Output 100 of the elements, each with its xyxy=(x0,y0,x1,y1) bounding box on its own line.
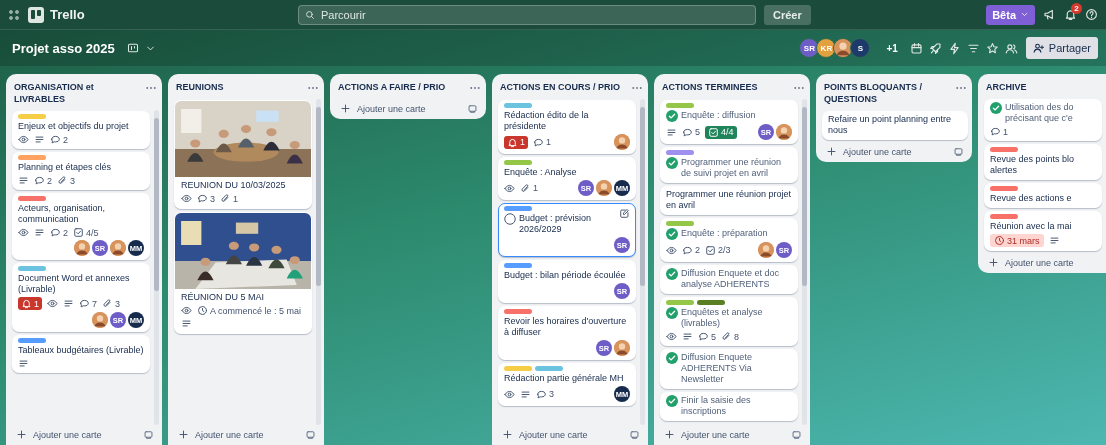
card[interactable]: Revue des actions e xyxy=(984,183,1102,208)
scrollbar[interactable] xyxy=(154,110,159,425)
list-title[interactable]: ACTIONS TERMINEES xyxy=(662,81,758,93)
bell-icon xyxy=(507,136,518,148)
card[interactable]: Revue des points blo alertes xyxy=(984,144,1102,180)
card[interactable]: Planning et étapes clés 2 3 xyxy=(12,152,150,190)
card[interactable]: Programmer une réunion projet en avril xyxy=(660,186,798,215)
card-title: Revue des actions e xyxy=(990,193,1072,204)
attachment-count: 3 xyxy=(115,298,121,309)
avatar[interactable]: SR xyxy=(799,38,820,58)
description-icon xyxy=(520,388,531,400)
share-button[interactable]: Partager xyxy=(1025,37,1098,59)
add-card-button[interactable]: Ajouter une carte xyxy=(498,427,592,442)
add-card-button[interactable]: Ajouter une carte xyxy=(12,427,106,442)
comment-count: 2 xyxy=(63,227,68,238)
card-title: Diffusion Enquete ADHERENTS Via Newsletter xyxy=(681,352,753,385)
list-title[interactable]: ACTIONS A FAIRE / PRIO xyxy=(338,81,446,93)
avatar[interactable] xyxy=(596,180,612,196)
comment-icon xyxy=(79,298,90,309)
card-title: Utilisation des do précisant que c'e xyxy=(1005,102,1074,124)
comment-count: 1 xyxy=(546,137,552,147)
scrollbar[interactable] xyxy=(640,99,645,425)
circle-icon[interactable] xyxy=(504,213,516,225)
card-title: Planning et étapes clés xyxy=(18,162,112,173)
beta-button[interactable]: Bêta xyxy=(986,4,1035,25)
list-title[interactable]: POINTS BLOQUANTS / QUESTIONS xyxy=(824,81,952,105)
check-circle-icon[interactable] xyxy=(666,307,678,319)
card[interactable]: RÉUNION DU 5 MAI A commencé le : 5 mai xyxy=(174,212,312,334)
logo-icon[interactable] xyxy=(28,6,44,23)
check-circle-icon[interactable] xyxy=(666,268,678,280)
search-field[interactable]: Parcourir xyxy=(298,4,756,25)
search-icon xyxy=(305,9,315,20)
add-card-button[interactable]: Ajouter une carte xyxy=(174,427,268,442)
avatar[interactable] xyxy=(614,340,630,356)
card-title: Tableaux budgétaires (Livrable) xyxy=(18,345,144,356)
avatar[interactable] xyxy=(614,134,630,150)
comment-count: 3 xyxy=(549,389,554,399)
create-button[interactable]: Créer xyxy=(764,4,811,25)
avatar[interactable] xyxy=(758,242,774,258)
card[interactable]: Diffusion Enquete ADHERENTS Via Newsletter xyxy=(660,349,798,389)
card-title: Enquête : diffusion xyxy=(681,110,756,121)
add-card-button[interactable]: Ajouter une carte xyxy=(336,101,430,116)
plus-icon xyxy=(664,429,675,440)
attachment-count: 1 xyxy=(533,183,538,193)
card[interactable]: Enquêtes et analyse (livrables) 5 8 xyxy=(660,297,798,346)
card[interactable]: Programmer une réunion de suivi projet en avril xyxy=(660,147,798,183)
add-card-button[interactable]: Ajouter une carte xyxy=(660,427,754,442)
list-title[interactable]: ACTIONS EN COURS / PRIO xyxy=(500,81,620,93)
avatar[interactable] xyxy=(110,240,126,256)
list-title[interactable]: REUNIONS xyxy=(176,81,224,93)
comment-count: 5 xyxy=(711,331,716,342)
avatar[interactable]: S xyxy=(850,38,871,58)
comment-count: 2 xyxy=(695,245,700,255)
plus-icon xyxy=(178,429,189,440)
card[interactable]: Enjeux et objectifs du projet 2 xyxy=(12,111,150,149)
card[interactable]: Utilisation des do précisant que c'e 1 xyxy=(984,99,1102,141)
list-title[interactable]: ARCHIVE xyxy=(986,81,1027,93)
card-title: Programmer une réunion de suivi projet en avril xyxy=(681,157,783,179)
paperclip-icon xyxy=(721,331,732,342)
add-card-button[interactable]: Ajouter une carte xyxy=(822,144,916,159)
check-circle-icon[interactable] xyxy=(666,395,678,407)
paperclip-icon xyxy=(102,298,114,309)
eye-icon xyxy=(504,388,515,400)
avatar[interactable] xyxy=(74,240,90,256)
check-circle-icon[interactable] xyxy=(666,228,678,240)
checklist-progress: 2/3 xyxy=(718,245,731,255)
comment-icon xyxy=(990,126,1001,137)
logo-text[interactable]: Trello xyxy=(50,7,85,22)
check-circle-icon[interactable] xyxy=(990,102,1002,114)
more-members-count[interactable]: +1 xyxy=(886,42,898,54)
card[interactable]: Refaire un point planning entre nous xyxy=(822,111,968,140)
description-icon xyxy=(34,227,45,238)
card[interactable]: REUNION DU 10/03/2025 3 1 xyxy=(174,100,312,209)
check-circle-icon[interactable] xyxy=(666,110,678,122)
avatar[interactable] xyxy=(92,312,108,328)
card-title: Réunion avec la mai xyxy=(990,221,1072,232)
card-title: Rédaction édito de la présidente xyxy=(504,110,590,132)
scrollbar[interactable] xyxy=(802,99,807,425)
card[interactable]: Tableaux budgétaires (Livrable) xyxy=(12,335,150,373)
eye-icon xyxy=(181,193,192,204)
checklist-icon xyxy=(708,126,719,138)
check-circle-icon[interactable] xyxy=(666,157,678,169)
add-card-button[interactable]: Ajouter une carte xyxy=(984,255,1078,270)
scrollbar[interactable] xyxy=(316,99,321,425)
board-title[interactable]: Projet asso 2025 xyxy=(12,40,115,56)
comment-icon xyxy=(533,136,544,148)
comment-count: 2 xyxy=(63,134,68,145)
caret-icon xyxy=(1020,10,1029,19)
check-circle-icon[interactable] xyxy=(666,352,678,364)
description-icon xyxy=(666,126,677,138)
eye-icon xyxy=(18,134,29,145)
clock-icon xyxy=(197,305,208,316)
card[interactable]: Réunion avec la mai 31 mars xyxy=(984,211,1102,251)
card[interactable]: Diffusion Enquete et doc analyse ADHERENTS xyxy=(660,265,798,294)
card[interactable]: Finir la saisie des inscriptions xyxy=(660,392,798,421)
description-icon xyxy=(1048,235,1060,246)
attachment-count: 1 xyxy=(233,193,239,204)
card[interactable]: Rédaction édito de la présidente 1 1 xyxy=(498,100,636,154)
avatar[interactable] xyxy=(776,124,792,140)
list-title[interactable]: ORGANISATION et LIVRABLES xyxy=(14,81,142,105)
